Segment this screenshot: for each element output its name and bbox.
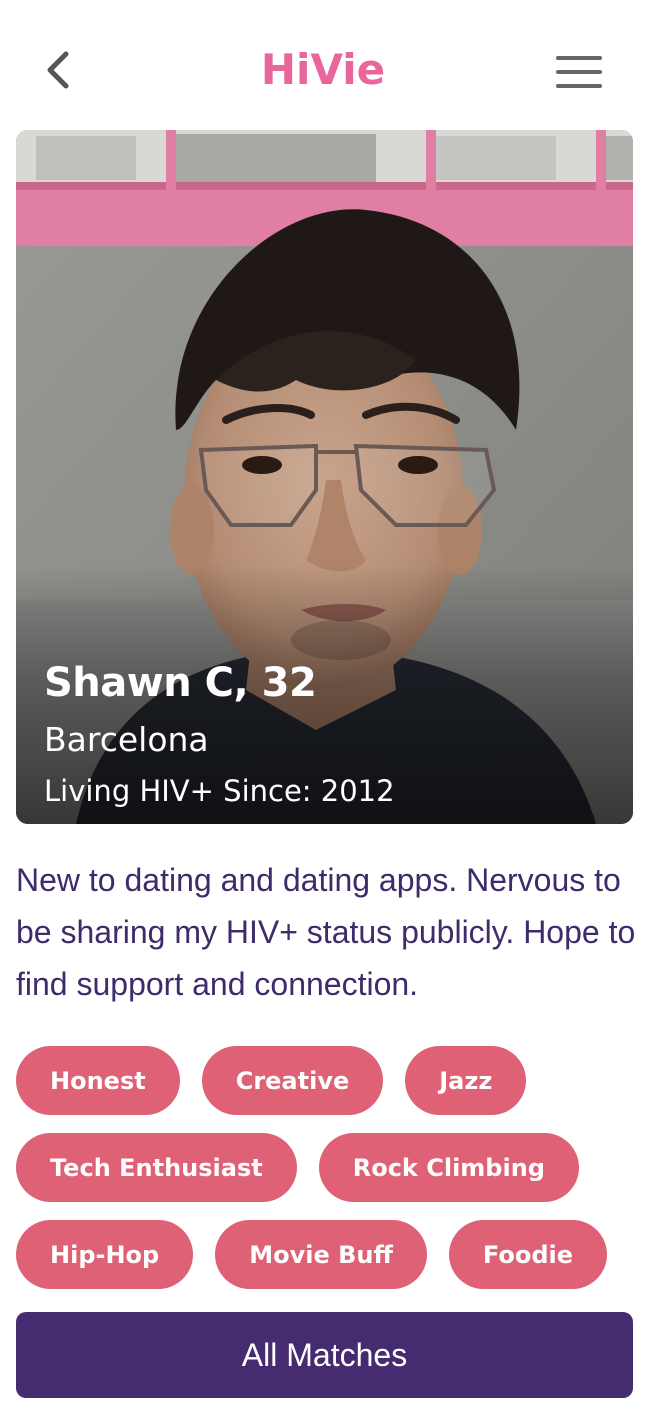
tag-creative[interactable]: Creative — [201, 1046, 384, 1115]
profile-city: Barcelona — [44, 720, 209, 759]
profile-bio: New to dating and dating apps. Nervous t… — [16, 862, 636, 1002]
tag-foodie[interactable]: Foodie — [448, 1220, 608, 1289]
profile-name-age: Shawn C, 32 — [44, 660, 317, 706]
app-header: HiVie — [0, 0, 646, 130]
tag-rock-climbing[interactable]: Rock Climbing — [318, 1133, 579, 1202]
tag-hip-hop[interactable]: Hip-Hop — [16, 1220, 194, 1289]
tag-tech-enthusiast[interactable]: Tech Enthusiast — [16, 1133, 297, 1202]
profile-hiv-since: Living HIV+ Since: 2012 — [44, 774, 395, 808]
tag-movie-buff[interactable]: Movie Buff — [215, 1220, 427, 1289]
hamburger-menu-icon — [556, 56, 602, 88]
tag-row: Hip-Hop Movie Buff Foodie — [16, 1220, 636, 1289]
tag-row: Tech Enthusiast Rock Climbing — [16, 1133, 636, 1202]
profile-photo-card[interactable]: Shawn C, 32 Barcelona Living HIV+ Since:… — [16, 130, 633, 824]
interest-tags: Honest Creative Jazz Tech Enthusiast Roc… — [16, 1046, 636, 1307]
menu-button[interactable] — [552, 50, 606, 94]
app-logo: HiVie — [260, 45, 386, 94]
all-matches-button[interactable]: All Matches — [16, 1312, 633, 1398]
tag-jazz[interactable]: Jazz — [405, 1046, 527, 1115]
tag-honest[interactable]: Honest — [16, 1046, 180, 1115]
tag-row: Honest Creative Jazz — [16, 1046, 636, 1115]
